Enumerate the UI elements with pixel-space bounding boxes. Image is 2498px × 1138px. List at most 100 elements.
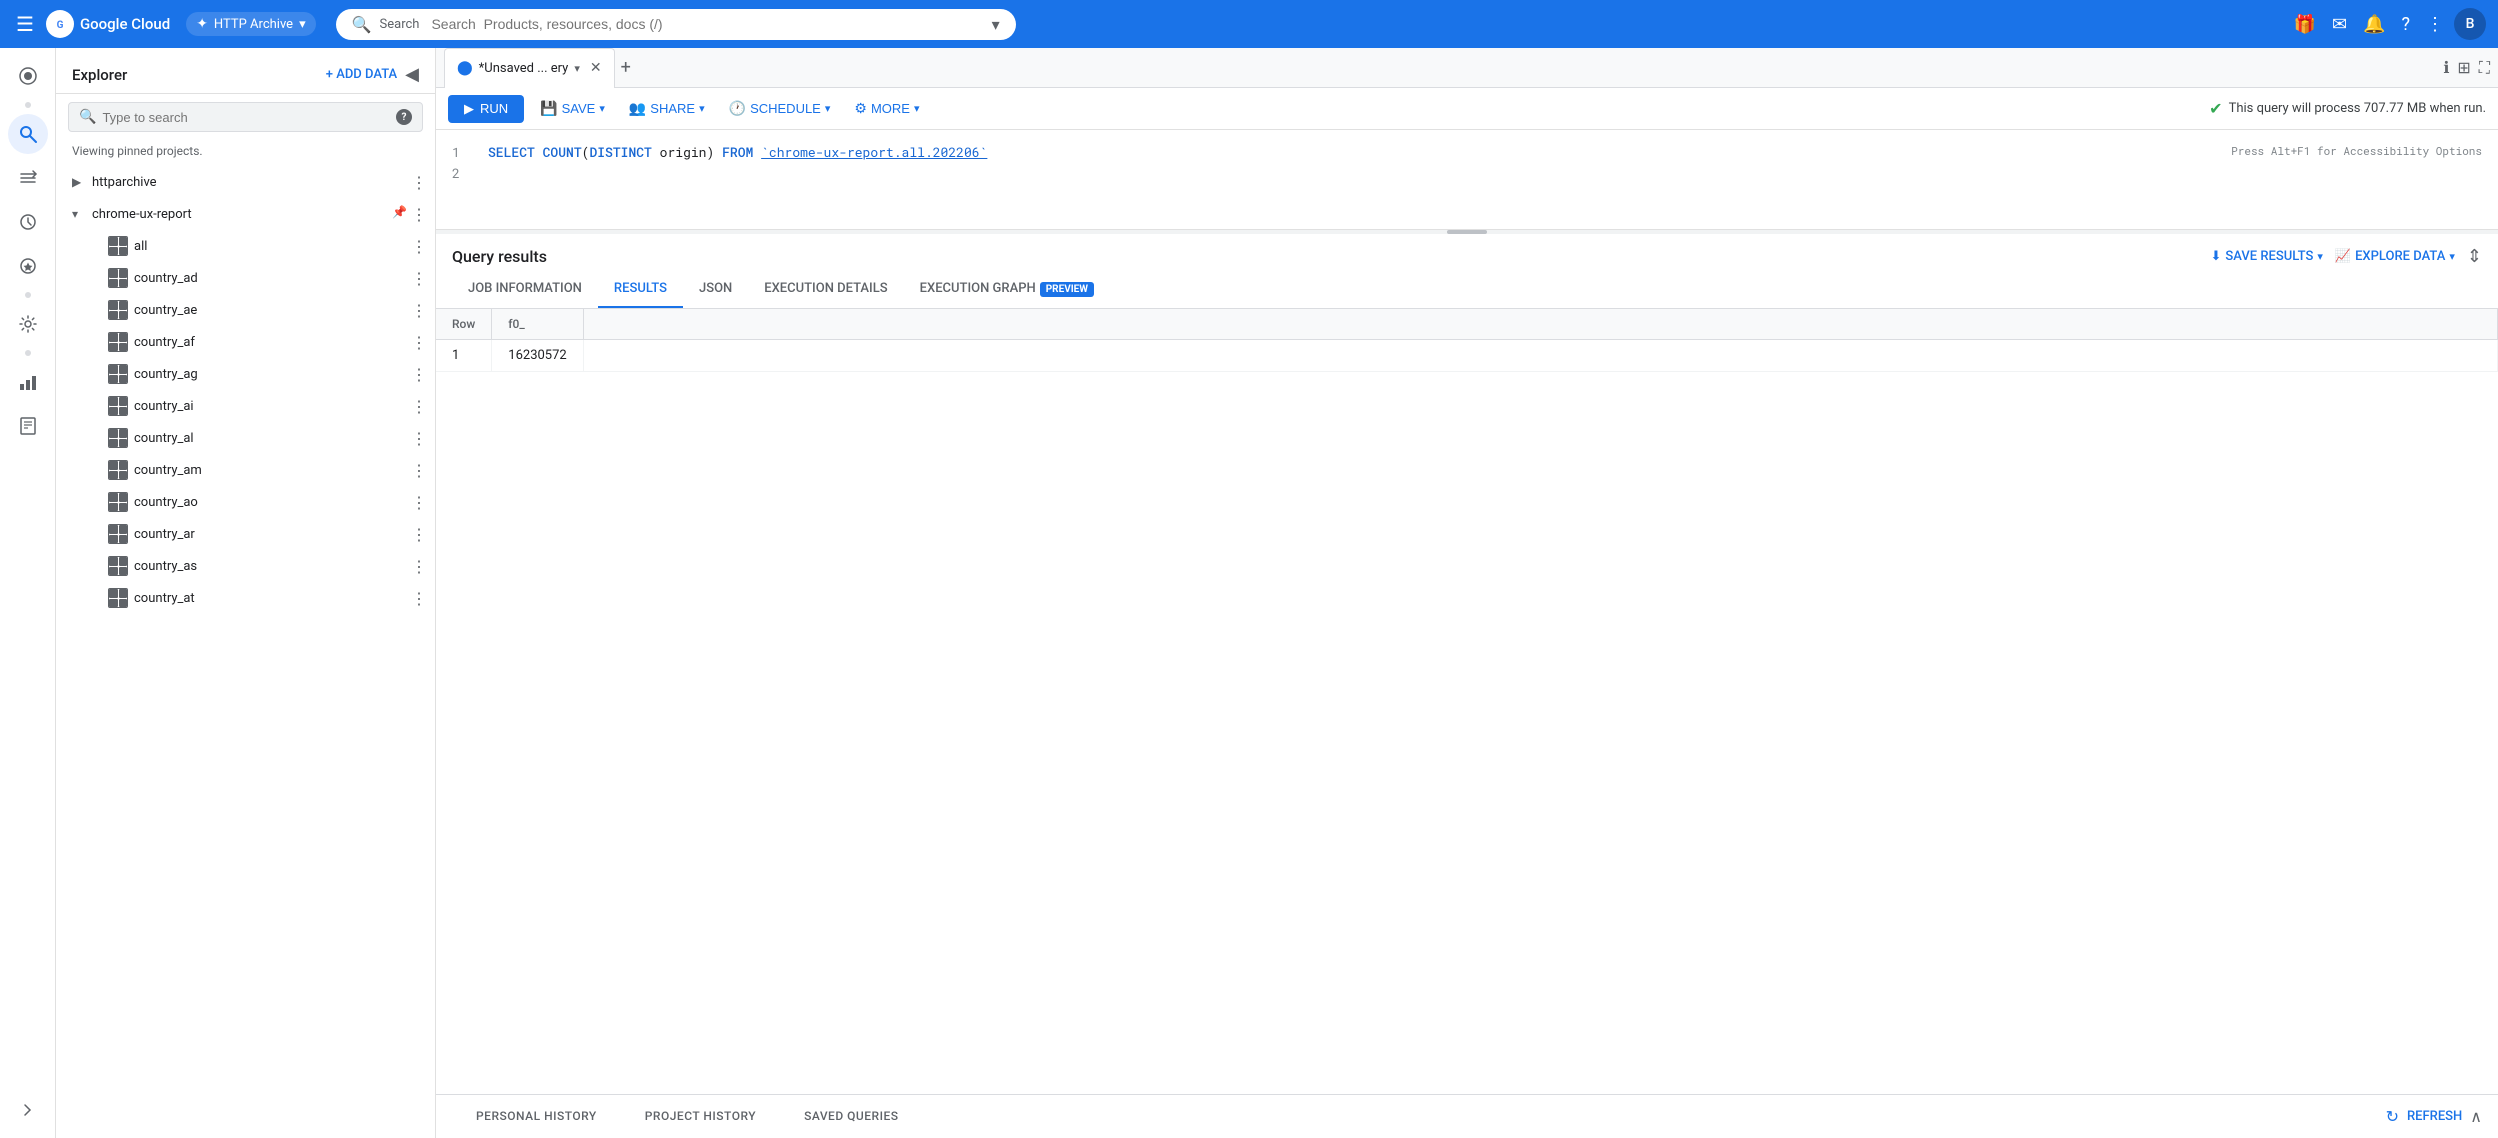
add-data-button[interactable]: + ADD DATA	[326, 67, 397, 82]
sidebar-dot-2	[25, 292, 31, 298]
tab-table-icon[interactable]: ⊞	[2457, 58, 2470, 77]
share-button[interactable]: 👥 SHARE ▾	[621, 94, 713, 123]
tree-more-icon[interactable]: ⋮	[411, 301, 427, 320]
pin-icon[interactable]: 📌	[392, 205, 407, 224]
global-search-bar[interactable]: 🔍 Search ▾	[336, 9, 1016, 40]
results-tab-json[interactable]: JSON	[683, 271, 748, 308]
tree-more-icon[interactable]: ⋮	[411, 557, 427, 576]
history-tab-saved-queries[interactable]: SAVED QUERIES	[780, 1095, 922, 1138]
sidebar-icon-docs[interactable]	[8, 406, 48, 446]
tree-item-country_al[interactable]: country_al⋮	[56, 422, 435, 454]
tab-right-actions: ℹ ⊞ ⛶	[2443, 58, 2490, 78]
tree-item-actions: ⋮	[411, 173, 427, 192]
sidebar-icon-starred[interactable]	[8, 246, 48, 286]
tree-label: country_ao	[134, 495, 411, 510]
tree-item-chrome-ux-report[interactable]: ▾chrome-ux-report📌⋮	[56, 198, 435, 230]
tree-item-all[interactable]: all⋮	[56, 230, 435, 262]
more-options-icon[interactable]: ⋮	[2420, 8, 2450, 41]
tree-item-country_ad[interactable]: country_ad⋮	[56, 262, 435, 294]
tree-item-country_ar[interactable]: country_ar⋮	[56, 518, 435, 550]
schedule-button[interactable]: 🕐 SCHEDULE ▾	[721, 94, 839, 123]
tree-more-icon[interactable]: ⋮	[411, 525, 427, 544]
tree-label: country_ae	[134, 303, 411, 318]
history-tab-personal-history[interactable]: PERSONAL HISTORY	[452, 1095, 621, 1138]
results-table-wrap[interactable]: Rowf0_116230572	[436, 309, 2498, 1094]
code-editor[interactable]: 1SELECT COUNT(DISTINCT origin) FROM `chr…	[436, 130, 2498, 230]
tree-item-country_ao[interactable]: country_ao⋮	[56, 486, 435, 518]
project-selector[interactable]: ✦ HTTP Archive ▾	[186, 12, 315, 36]
tree-item-country_am[interactable]: country_am⋮	[56, 454, 435, 486]
mail-icon[interactable]: ✉	[2326, 8, 2353, 41]
query-tab-icon: ⬤	[457, 60, 473, 76]
tree-more-icon[interactable]: ⋮	[411, 461, 427, 480]
icon-sidebar	[0, 48, 56, 1138]
refresh-label[interactable]: REFRESH	[2407, 1109, 2462, 1124]
save-button[interactable]: 💾 SAVE ▾	[532, 94, 613, 123]
tree-item-country_at[interactable]: country_at⋮	[56, 582, 435, 614]
explorer-search-input[interactable]	[102, 110, 390, 125]
tree-more-icon[interactable]: ⋮	[411, 589, 427, 608]
sidebar-icon-chart[interactable]	[8, 362, 48, 402]
svg-text:G: G	[57, 20, 64, 31]
sidebar-expand-icon[interactable]	[8, 1090, 48, 1130]
tree-more-icon[interactable]: ⋮	[411, 333, 427, 352]
sidebar-icon-transfer[interactable]	[8, 158, 48, 198]
tree-more-icon[interactable]: ⋮	[411, 269, 427, 288]
new-tab-icon[interactable]: +	[621, 57, 631, 78]
sidebar-icon-history[interactable]	[8, 202, 48, 242]
user-avatar[interactable]: B	[2454, 8, 2486, 40]
search-input[interactable]	[431, 16, 983, 32]
results-tab-results[interactable]: RESULTS	[598, 271, 683, 308]
hamburger-menu-icon[interactable]: ☰	[12, 8, 38, 40]
results-tab-job-info[interactable]: JOB INFORMATION	[452, 271, 598, 308]
sidebar-icon-settings[interactable]	[8, 304, 48, 344]
tree-more-icon[interactable]: ⋮	[411, 397, 427, 416]
results-expand-icon[interactable]: ⇕	[2467, 246, 2482, 267]
sidebar-icon-search[interactable]	[8, 114, 48, 154]
collapse-panel-icon[interactable]: ◀	[405, 64, 419, 85]
explore-data-button[interactable]: 📈 EXPLORE DATA ▾	[2335, 249, 2455, 264]
gift-icon[interactable]: 🎁	[2288, 8, 2322, 41]
query-tab-close-icon[interactable]: ✕	[590, 60, 602, 76]
tree-item-country_ag[interactable]: country_ag⋮	[56, 358, 435, 390]
sidebar-icon-query[interactable]	[8, 56, 48, 96]
tab-fullscreen-icon[interactable]: ⛶	[2479, 58, 2490, 78]
run-button[interactable]: ▶ RUN	[448, 95, 524, 123]
tree-more-icon[interactable]: ⋮	[411, 173, 427, 192]
table-icon	[108, 428, 128, 448]
history-tab-project-history[interactable]: PROJECT HISTORY	[621, 1095, 780, 1138]
more-button[interactable]: ⚙ MORE ▾	[846, 94, 927, 123]
settings-icon	[18, 314, 38, 334]
tree-item-country_ae[interactable]: country_ae⋮	[56, 294, 435, 326]
accessibility-hint: Press Alt+F1 for Accessibility Options	[2231, 142, 2482, 160]
explorer-help-icon[interactable]: ?	[396, 109, 412, 125]
schedule-label: SCHEDULE	[750, 101, 821, 116]
bell-icon[interactable]: 🔔	[2357, 8, 2391, 41]
tree-item-country_af[interactable]: country_af⋮	[56, 326, 435, 358]
explorer-search-wrap[interactable]: 🔍 ?	[68, 102, 423, 132]
tree-more-icon[interactable]: ⋮	[411, 237, 427, 256]
tree-item-country_as[interactable]: country_as⋮	[56, 550, 435, 582]
tree-more-icon[interactable]: ⋮	[411, 365, 427, 384]
tab-info-icon[interactable]: ℹ	[2443, 58, 2449, 77]
dropdown-chevron-tab-icon[interactable]: ▾	[574, 62, 580, 75]
search-dropdown-icon[interactable]: ▾	[992, 15, 1000, 34]
tree-item-actions: ⋮	[411, 525, 427, 544]
query-tab-unsaved[interactable]: ⬤ *Unsaved ... ery ▾ ✕	[444, 48, 615, 88]
save-results-button[interactable]: ⬇ SAVE RESULTS ▾	[2210, 249, 2322, 264]
line-number: 1	[452, 142, 472, 163]
tree-item-country_ai[interactable]: country_ai⋮	[56, 390, 435, 422]
collapse-history-icon[interactable]: ∧	[2470, 1107, 2482, 1126]
help-icon[interactable]: ?	[2395, 8, 2416, 41]
tree-more-icon[interactable]: ⋮	[411, 429, 427, 448]
share-icon: 👥	[629, 100, 646, 117]
schedule-icon: 🕐	[729, 100, 746, 117]
tree-more-icon[interactable]: ⋮	[411, 493, 427, 512]
transfer-icon	[18, 168, 38, 188]
tree-more-icon[interactable]: ⋮	[411, 205, 427, 224]
results-tab-execution-details[interactable]: EXECUTION DETAILS	[748, 271, 903, 308]
explorer-search-icon: 🔍	[79, 109, 96, 125]
tree-item-httparchive[interactable]: ▶httparchive⋮	[56, 166, 435, 198]
tree-item-actions: ⋮	[411, 589, 427, 608]
results-tab-execution-graph[interactable]: EXECUTION GRAPHPREVIEW	[904, 271, 1110, 308]
